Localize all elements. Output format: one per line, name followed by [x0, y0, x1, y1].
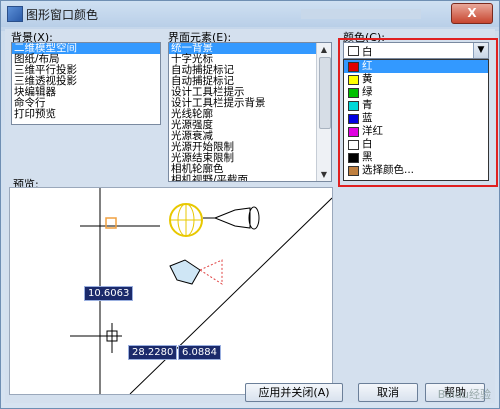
- color-dropdown[interactable]: 红黄绿青蓝洋红白黑选择颜色...: [343, 59, 489, 181]
- chevron-down-icon[interactable]: ▼: [473, 43, 488, 58]
- color-option[interactable]: 绿: [344, 86, 488, 99]
- color-swatch-icon: [348, 114, 359, 124]
- background-list-item[interactable]: 打印预览: [12, 109, 160, 120]
- scroll-up-icon[interactable]: ▲: [317, 43, 331, 56]
- color-option-label: 选择颜色...: [362, 164, 415, 176]
- title-blur: [301, 9, 421, 19]
- color-option-label: 红: [362, 60, 373, 72]
- dialog-window: 图形窗口颜色 X 背景(X): 二维模型空间 图纸/布局 三维平行投影 三维透视投影块…: [0, 0, 500, 409]
- cancel-button[interactable]: 取消: [358, 383, 418, 402]
- color-option[interactable]: 红: [344, 60, 488, 73]
- window-title: 图形窗口颜色: [26, 8, 99, 22]
- color-option-label: 黄: [362, 73, 373, 85]
- color-option[interactable]: 白: [344, 138, 488, 151]
- preview-drawing: [70, 188, 333, 395]
- color-option-label: 白: [362, 138, 373, 150]
- color-option-label: 洋红: [362, 125, 383, 137]
- close-button[interactable]: X: [451, 3, 493, 24]
- color-swatch-icon: [348, 153, 359, 163]
- coord-y-readout: 28.2280: [128, 345, 178, 360]
- coord-x-readout: 10.6063: [84, 286, 134, 301]
- scroll-down-icon[interactable]: ▼: [317, 168, 331, 181]
- color-swatch-icon: [348, 88, 359, 98]
- color-option-label: 青: [362, 99, 373, 111]
- current-color-swatch: [348, 46, 359, 56]
- color-swatch-icon: [348, 140, 359, 150]
- color-swatch-icon: [348, 166, 359, 176]
- preview-canvas: 10.6063 28.2280 6.0884: [9, 187, 333, 395]
- watermark: Baidu经验: [437, 388, 491, 401]
- background-list[interactable]: 二维模型空间 图纸/布局 三维平行投影 三维透视投影 块编辑器 命令行 打印预览: [11, 42, 161, 125]
- color-select[interactable]: 白 ▼: [343, 42, 489, 59]
- color-swatch-icon: [348, 101, 359, 111]
- spotlight-icon: [213, 207, 251, 229]
- app-icon: [7, 6, 23, 22]
- camera-icon: [169, 259, 201, 285]
- color-swatch-icon: [348, 75, 359, 85]
- interface-element-item[interactable]: 相机视野/平截面: [169, 175, 331, 182]
- apply-close-button[interactable]: 应用并关闭(A): [245, 383, 343, 402]
- color-swatch-icon: [348, 127, 359, 137]
- interface-elements-list[interactable]: 统一背景 十字光标 自动捕捉标记 自动捕捉标记 设计工具栏提示 设计工具栏提示背景 光线轮廓…: [168, 42, 332, 182]
- current-color-value: 白: [362, 46, 373, 58]
- color-option[interactable]: 黑: [344, 151, 488, 164]
- color-option[interactable]: 选择颜色...: [344, 164, 488, 177]
- scrollbar[interactable]: ▲ ▼: [316, 43, 331, 181]
- color-option[interactable]: 洋红: [344, 125, 488, 138]
- color-option-label: 蓝: [362, 112, 373, 124]
- color-option-label: 绿: [362, 86, 373, 98]
- color-option[interactable]: 青: [344, 99, 488, 112]
- title-bar[interactable]: 图形窗口颜色 X: [1, 1, 499, 27]
- color-swatch-icon: [348, 62, 359, 72]
- scroll-thumb[interactable]: [319, 57, 331, 129]
- color-option[interactable]: 蓝: [344, 112, 488, 125]
- color-option[interactable]: 黄: [344, 73, 488, 86]
- color-option-label: 黑: [362, 151, 373, 163]
- coord-z-readout: 6.0884: [178, 345, 221, 360]
